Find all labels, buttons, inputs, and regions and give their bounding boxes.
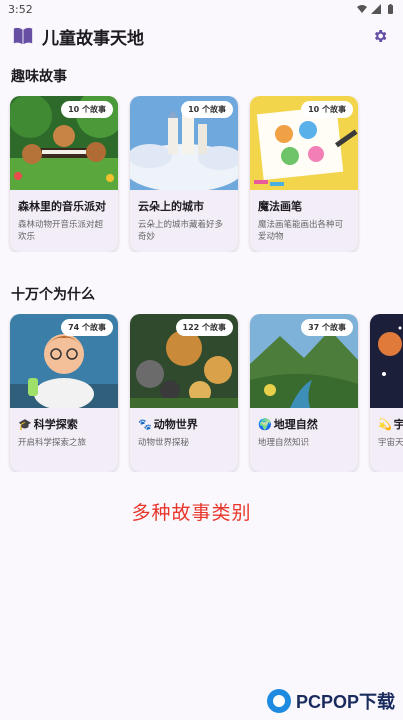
story-card[interactable]: 10 个故事 魔法画笔 魔法画笔能画出各种可爱动物 — [250, 96, 358, 252]
story-card-image: 10 个故事 — [10, 96, 118, 190]
card-desc: 开启科学探索之旅 — [18, 438, 87, 448]
card-desc: 地理自然知识 — [258, 438, 310, 448]
story-count-badge: 10 个故事 — [301, 101, 353, 118]
watermark-text: PCPOP下载 — [295, 692, 395, 712]
book-icon — [13, 27, 33, 45]
paw-icon: 🐾 — [138, 417, 152, 431]
card-desc: 云朵上的城市藏着好多奇妙 — [138, 220, 224, 243]
card-title: 森林里的音乐派对 — [18, 200, 106, 213]
settings-button[interactable] — [369, 25, 391, 47]
story-card-image: 10 个故事 — [250, 96, 358, 190]
card-title: 科学探索 — [33, 418, 78, 431]
story-count-badge: 37 个故事 — [301, 319, 353, 336]
category-card-image: 122 个故事 — [130, 314, 238, 408]
watermark: PCPOP下载 — [266, 688, 395, 714]
card-desc: 宇宙天 — [378, 438, 403, 448]
card-title: 宇 — [393, 418, 403, 431]
fun-stories-row: 10 个故事 森林里的音乐派对 森林动物开音乐派对超欢乐 10 个故事 云朵上的… — [0, 96, 403, 252]
pcpop-logo-icon — [266, 689, 291, 713]
card-title: 魔法画笔 — [258, 200, 302, 213]
card-desc: 魔法画笔能画出各种可爱动物 — [258, 220, 344, 243]
status-icons — [357, 4, 395, 14]
story-count-badge: 10 个故事 — [61, 101, 113, 118]
status-time: 3:52 — [8, 2, 33, 16]
wifi-icon — [357, 5, 367, 13]
category-card[interactable]: 37 个故事 🌍 地理自然 地理自然知识 — [250, 314, 358, 472]
promo-text: 多种故事类别 — [131, 502, 252, 524]
story-card[interactable]: 10 个故事 云朵上的城市 云朵上的城市藏着好多奇妙 — [130, 96, 238, 252]
card-desc: 动物世界探秘 — [138, 438, 190, 448]
story-count-badge: 74 个故事 — [61, 319, 113, 336]
card-title: 云朵上的城市 — [138, 200, 204, 213]
comet-icon: 💫 — [378, 417, 392, 431]
card-desc: 森林动物开音乐派对超欢乐 — [18, 220, 104, 243]
story-count-badge: 10 个故事 — [181, 101, 233, 118]
status-bar: 3:52 — [0, 0, 403, 18]
globe-icon: 🌍 — [258, 417, 272, 431]
category-card[interactable]: 122 个故事 🐾 动物世界 动物世界探秘 — [130, 314, 238, 472]
category-card-image: 37 个故事 — [250, 314, 358, 408]
app-bar: 儿童故事天地 — [0, 18, 403, 54]
gear-icon — [374, 30, 387, 42]
signal-icon — [371, 4, 381, 14]
category-card-image — [370, 314, 403, 408]
story-count-badge: 122 个故事 — [175, 319, 233, 336]
category-card[interactable]: 💫 宇 宇宙天 — [370, 314, 403, 472]
story-card-image: 10 个故事 — [130, 96, 238, 190]
graduation-cap-icon: 🎓 — [18, 417, 32, 431]
battery-icon — [388, 4, 393, 14]
story-card[interactable]: 10 个故事 森林里的音乐派对 森林动物开音乐派对超欢乐 — [10, 96, 118, 252]
section-title-why-questions: 十万个为什么 — [11, 287, 95, 303]
category-card-image: 74 个故事 — [10, 314, 118, 408]
category-card[interactable]: 74 个故事 🎓 科学探索 开启科学探索之旅 — [10, 314, 118, 472]
card-title: 地理自然 — [273, 418, 318, 431]
app-title: 儿童故事天地 — [42, 28, 144, 49]
card-title: 动物世界 — [153, 418, 198, 431]
section-title-fun-stories: 趣味故事 — [11, 69, 67, 85]
why-questions-row: 74 个故事 🎓 科学探索 开启科学探索之旅 122 个故事 🐾 动物世界 动物世界… — [0, 314, 403, 472]
